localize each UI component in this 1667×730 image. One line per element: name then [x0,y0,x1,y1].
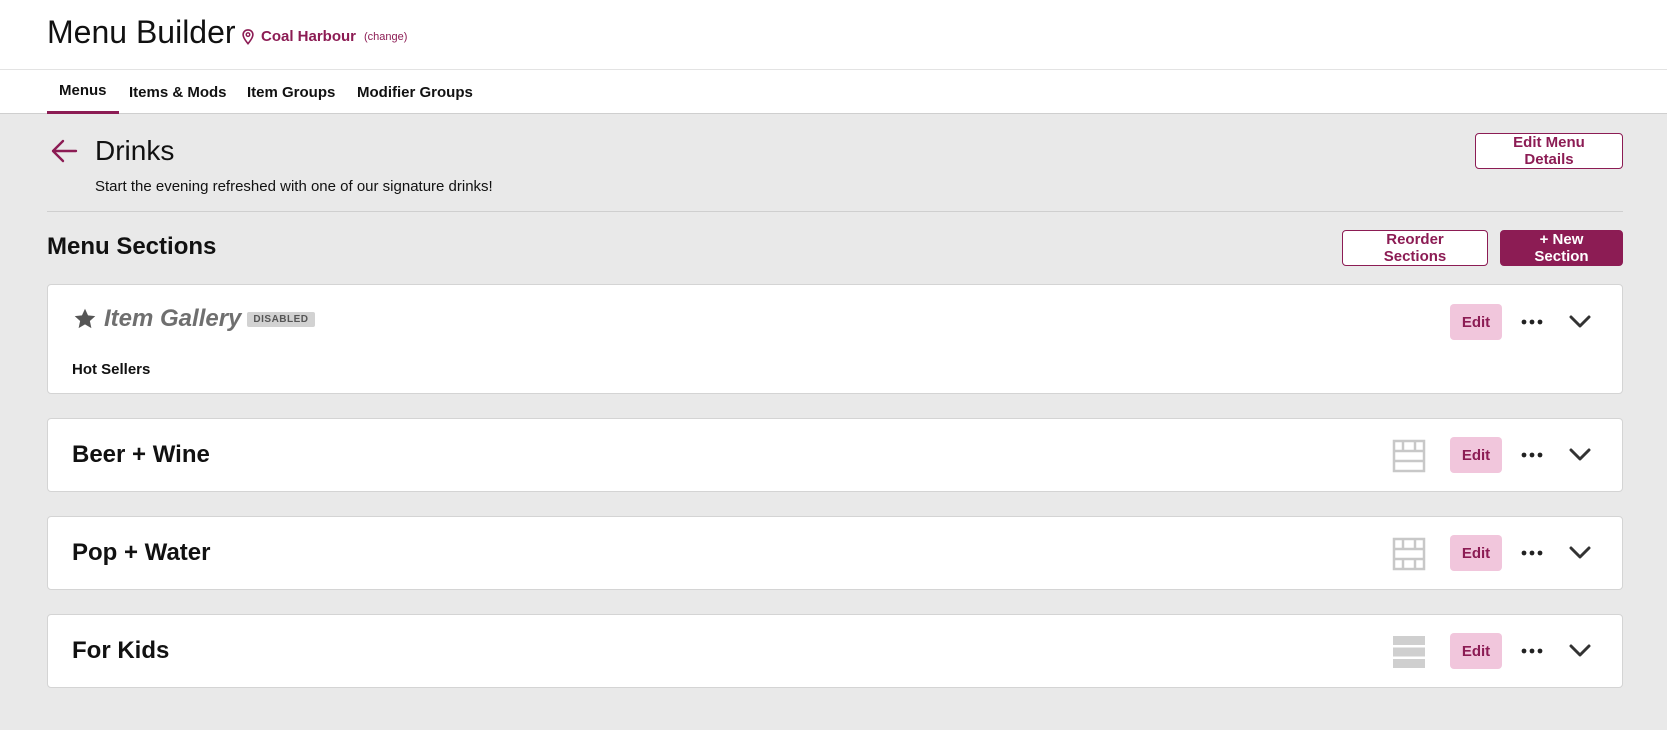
menu-sections-heading: Menu Sections [47,233,217,260]
reorder-sections-button[interactable]: Reorder Sections [1342,230,1488,266]
more-options-icon[interactable] [1517,440,1547,470]
section-title: Pop + Water [72,539,211,566]
list-layout-icon[interactable] [1392,635,1426,669]
grid-layout-icon[interactable] [1392,439,1426,473]
app-title: Menu Builder [47,14,236,50]
edit-button[interactable]: Edit [1450,437,1502,473]
edit-menu-details-button[interactable]: Edit Menu Details [1475,133,1623,169]
back-arrow-icon[interactable] [50,138,78,164]
gallery-subtitle: Hot Sellers [72,361,151,378]
more-options-icon[interactable] [1517,538,1547,568]
more-options-icon[interactable] [1517,636,1547,666]
location-selector[interactable]: Coal Harbour (change) [241,28,407,45]
change-location-link[interactable]: (change) [364,31,407,43]
location-name[interactable]: Coal Harbour [261,28,356,45]
chevron-down-icon[interactable] [1565,538,1595,568]
chevron-down-icon[interactable] [1565,307,1595,337]
location-pin-icon [242,28,254,45]
section-card-item-gallery: Item Gallery DISABLED Hot Sellers Edit [47,284,1623,394]
edit-button[interactable]: Edit [1450,304,1502,340]
section-title: Beer + Wine [72,441,210,468]
section-card-pop-water: Pop + Water Edit [47,516,1623,590]
more-options-icon[interactable] [1517,307,1547,337]
gallery-header: Item Gallery DISABLED [72,305,315,333]
section-card-beer-wine: Beer + Wine Edit [47,418,1623,492]
menu-description: Start the evening refreshed with one of … [95,178,493,195]
disabled-badge: DISABLED [247,311,315,327]
tab-item-groups[interactable]: Item Groups [235,70,347,114]
tab-menus[interactable]: Menus [47,70,119,114]
chevron-down-icon[interactable] [1565,440,1595,470]
edit-button[interactable]: Edit [1450,535,1502,571]
app-header: Menu Builder Coal Harbour (change) [0,0,1667,70]
star-icon [74,308,96,329]
new-section-button[interactable]: + New Section [1500,230,1623,266]
nav-tabs: Menus Items & Mods Item Groups Modifier … [0,70,1667,114]
grid-layout-icon[interactable] [1392,537,1426,571]
section-card-for-kids: For Kids Edit [47,614,1623,688]
tab-modifier-groups[interactable]: Modifier Groups [345,70,485,114]
section-divider [47,211,1623,212]
edit-button[interactable]: Edit [1450,633,1502,669]
section-title: For Kids [72,637,170,664]
menu-title: Drinks [95,135,175,166]
tab-items-mods[interactable]: Items & Mods [117,70,239,114]
gallery-title: Item Gallery [104,305,242,332]
chevron-down-icon[interactable] [1565,636,1595,666]
